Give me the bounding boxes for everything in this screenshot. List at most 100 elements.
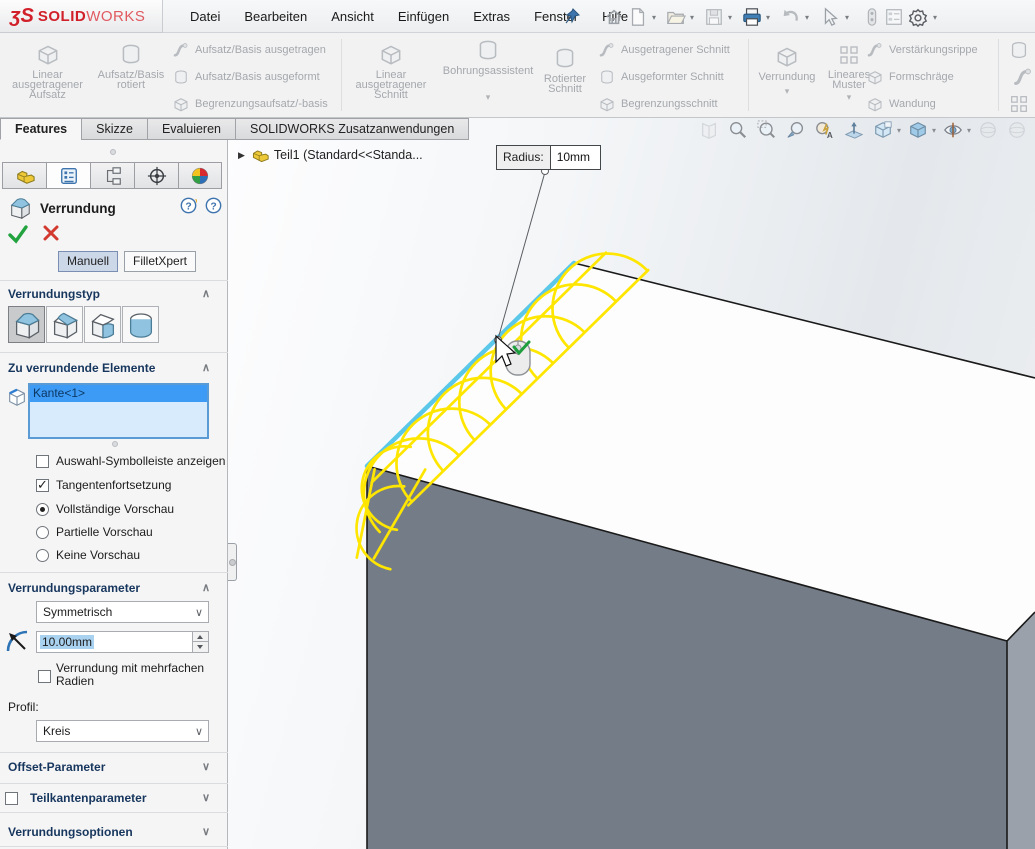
- select-icon[interactable]: [820, 7, 840, 27]
- radius-value-selected[interactable]: 10.00mm: [40, 635, 94, 649]
- hide-show-dropdown[interactable]: ▾: [967, 126, 971, 135]
- hole-wizard-dropdown[interactable]: ▾: [438, 92, 538, 102]
- items-to-fillet-header[interactable]: Zu verrundende Elemente: [8, 361, 155, 375]
- ribbon-swept-cut-button[interactable]: Ausgetragener Schnitt: [598, 39, 730, 61]
- selection-toolbar-checkbox[interactable]: [36, 455, 49, 468]
- section-view-icon[interactable]: [698, 120, 720, 140]
- fillet-type-variable-size-button[interactable]: [46, 306, 83, 343]
- ribbon-revolved-cut-button[interactable]: Rotierter Schnitt: [530, 45, 600, 94]
- options-dropdown[interactable]: ▾: [933, 13, 937, 22]
- zoom-area-icon[interactable]: [756, 120, 778, 140]
- tree-expand-arrow-icon[interactable]: ▶: [238, 150, 245, 161]
- ribbon-shell-button[interactable]: Wandung: [866, 93, 936, 115]
- mirror-icon[interactable]: [1008, 93, 1030, 115]
- tab-featuremanager[interactable]: [2, 162, 46, 189]
- radius-spinner[interactable]: [192, 632, 208, 652]
- tangent-propagation-label[interactable]: Tangentenfortsetzung: [56, 478, 171, 492]
- ribbon-swept-boss-button[interactable]: Aufsatz/Basis ausgetragen: [172, 39, 326, 61]
- view-orientation-icon[interactable]: [872, 120, 894, 140]
- collapse-chevron-icon[interactable]: ∧: [202, 287, 210, 300]
- multiple-radius-checkbox[interactable]: [38, 670, 51, 683]
- selected-edge-item[interactable]: Kante<1>: [30, 385, 207, 402]
- edge-selection-listbox[interactable]: Kante<1>: [28, 383, 209, 439]
- ribbon-boundary-cut-button[interactable]: Begrenzungsschnitt: [598, 93, 718, 115]
- fillet-type-header[interactable]: Verrundungstyp: [8, 287, 100, 301]
- tab-skizze[interactable]: Skizze: [81, 118, 147, 140]
- fillet-dropdown[interactable]: ▾: [752, 86, 822, 96]
- menu-einfuegen[interactable]: Einfügen: [386, 9, 461, 24]
- previous-view-icon[interactable]: [785, 120, 807, 140]
- graphics-viewport[interactable]: [228, 118, 1035, 849]
- display-style-icon[interactable]: [907, 120, 929, 140]
- panel-collapse-handle[interactable]: [228, 543, 237, 581]
- help-icon[interactable]: [205, 197, 222, 214]
- hide-show-items-icon[interactable]: [942, 120, 964, 140]
- ok-button[interactable]: [8, 224, 28, 244]
- ribbon-extruded-cut-button[interactable]: Linear ausgetragener Schnitt: [345, 41, 437, 100]
- profile-dropdown[interactable]: Kreis ∨: [36, 720, 209, 742]
- collapse-chevron-icon[interactable]: ∧: [202, 361, 210, 374]
- multiple-radius-label[interactable]: Verrundung mit mehrfachen Radien: [56, 662, 216, 688]
- print-icon[interactable]: [742, 7, 762, 27]
- ribbon-revolved-boss-button[interactable]: Aufsatz/Basis rotiert: [95, 41, 167, 90]
- tab-evaluieren[interactable]: Evaluieren: [147, 118, 235, 140]
- listbox-resize-dot[interactable]: [112, 441, 118, 447]
- open-file-icon[interactable]: [666, 7, 686, 27]
- panel-splitter-dot[interactable]: [110, 149, 116, 155]
- new-file-icon[interactable]: [628, 7, 648, 27]
- collapse-chevron-icon[interactable]: ∧: [202, 581, 210, 594]
- home-icon[interactable]: [604, 7, 624, 27]
- menu-ansicht[interactable]: Ansicht: [319, 9, 386, 24]
- spinner-up-icon[interactable]: [193, 632, 208, 642]
- ribbon-fillet-button[interactable]: Verrundung ▾: [752, 43, 822, 96]
- fillet-options-header[interactable]: Verrundungsoptionen: [8, 825, 133, 839]
- whats-new-help-icon[interactable]: ★: [180, 197, 197, 214]
- selection-capsule-icon[interactable]: [862, 7, 882, 27]
- expand-chevron-icon[interactable]: ∨: [202, 791, 210, 804]
- ribbon-boundary-boss-button[interactable]: Begrenzungsaufsatz/-basis: [172, 93, 328, 115]
- partial-edge-checkbox[interactable]: [5, 792, 18, 805]
- symmetry-dropdown[interactable]: Symmetrisch ∨: [36, 601, 209, 623]
- new-file-dropdown[interactable]: ▾: [652, 13, 656, 22]
- save-dropdown[interactable]: ▾: [728, 13, 732, 22]
- no-preview-radio[interactable]: [36, 549, 49, 562]
- spinner-down-icon[interactable]: [193, 642, 208, 652]
- view-orientation-dropdown[interactable]: ▾: [897, 126, 901, 135]
- tab-configurationmanager[interactable]: [90, 162, 134, 189]
- feature-tree-flyout[interactable]: ▶ Teil1 (Standard<<Standa...: [238, 146, 423, 164]
- radius-input[interactable]: 10.00mm: [36, 631, 209, 653]
- manual-mode-button[interactable]: Manuell: [58, 251, 118, 272]
- pin-icon[interactable]: [563, 7, 581, 25]
- menu-extras[interactable]: Extras: [461, 9, 522, 24]
- expand-chevron-icon[interactable]: ∨: [202, 760, 210, 773]
- partial-preview-label[interactable]: Partielle Vorschau: [56, 525, 153, 539]
- setback-parameters-header[interactable]: Offset-Parameter: [8, 760, 105, 774]
- normal-to-icon[interactable]: [843, 120, 865, 140]
- task-pane-icon[interactable]: [884, 7, 904, 27]
- ribbon-draft-button[interactable]: Formschräge: [866, 66, 954, 88]
- tab-features[interactable]: Features: [0, 118, 81, 140]
- intersect-icon[interactable]: [1012, 66, 1034, 88]
- partial-preview-radio[interactable]: [36, 526, 49, 539]
- radius-callout-value[interactable]: 10mm: [551, 146, 600, 169]
- display-style-dropdown[interactable]: ▾: [932, 126, 936, 135]
- zoom-selection-icon[interactable]: [814, 120, 836, 140]
- zoom-fit-icon[interactable]: [727, 120, 749, 140]
- cancel-button[interactable]: [42, 224, 60, 242]
- select-dropdown[interactable]: ▾: [845, 13, 849, 22]
- edit-appearance-icon[interactable]: [977, 120, 999, 140]
- tab-displaymanager[interactable]: [178, 162, 222, 189]
- ribbon-lofted-cut-button[interactable]: Ausgeformter Schnitt: [598, 66, 724, 88]
- selection-toolbar-label[interactable]: Auswahl-Symbolleiste anzeigen: [56, 454, 225, 468]
- fillet-parameters-header[interactable]: Verrundungsparameter: [8, 581, 140, 595]
- undo-dropdown[interactable]: ▾: [805, 13, 809, 22]
- tab-dimxpertmanager[interactable]: [134, 162, 178, 189]
- options-gear-icon[interactable]: [908, 7, 928, 27]
- wrap-icon[interactable]: [1008, 39, 1030, 61]
- filletxpert-mode-button[interactable]: FilletXpert: [124, 251, 196, 272]
- full-preview-label[interactable]: Vollständige Vorschau: [56, 502, 174, 516]
- ribbon-lofted-boss-button[interactable]: Aufsatz/Basis ausgeformt: [172, 66, 320, 88]
- full-preview-radio[interactable]: [36, 503, 49, 516]
- tree-item-label[interactable]: Teil1 (Standard<<Standa...: [274, 148, 423, 162]
- radius-callout[interactable]: Radius: 10mm: [496, 145, 601, 170]
